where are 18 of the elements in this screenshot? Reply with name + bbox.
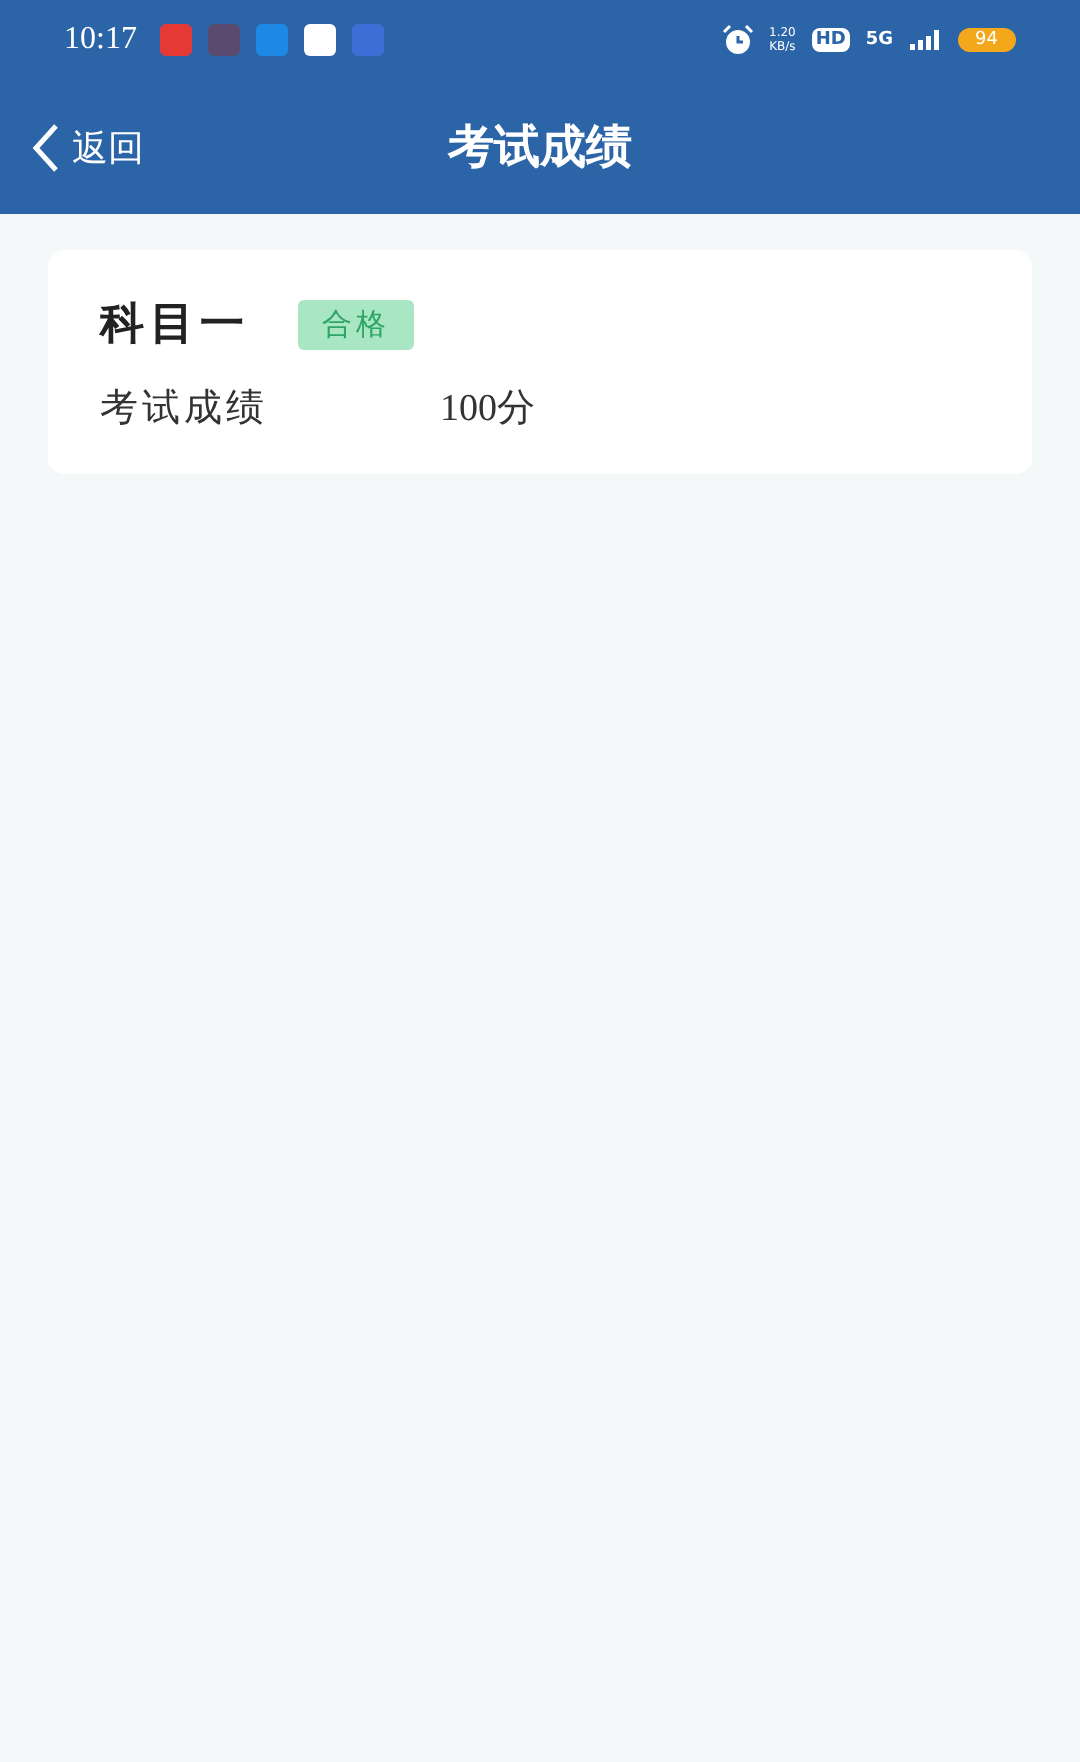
subject-name: 科目一 xyxy=(100,298,250,354)
app-icon xyxy=(304,24,337,56)
back-icon xyxy=(32,121,60,173)
signal-icon xyxy=(909,30,942,50)
page-title: 考试成绩 xyxy=(448,120,632,178)
hd-badge: HD xyxy=(811,28,850,52)
network-type: 5G xyxy=(865,30,894,50)
score-label: 考试成绩 xyxy=(100,384,270,434)
status-tag: 合格 xyxy=(298,299,414,349)
app-icon xyxy=(352,24,385,56)
battery-level: 94 xyxy=(957,28,1016,52)
app-icon xyxy=(160,24,193,56)
alarm-icon xyxy=(721,24,754,56)
app-icon xyxy=(256,24,289,56)
score-value: 100分 xyxy=(440,386,535,434)
status-time: 10:17 xyxy=(64,22,137,58)
back-button[interactable]: 返回 xyxy=(32,121,144,173)
app-icon xyxy=(208,24,241,56)
